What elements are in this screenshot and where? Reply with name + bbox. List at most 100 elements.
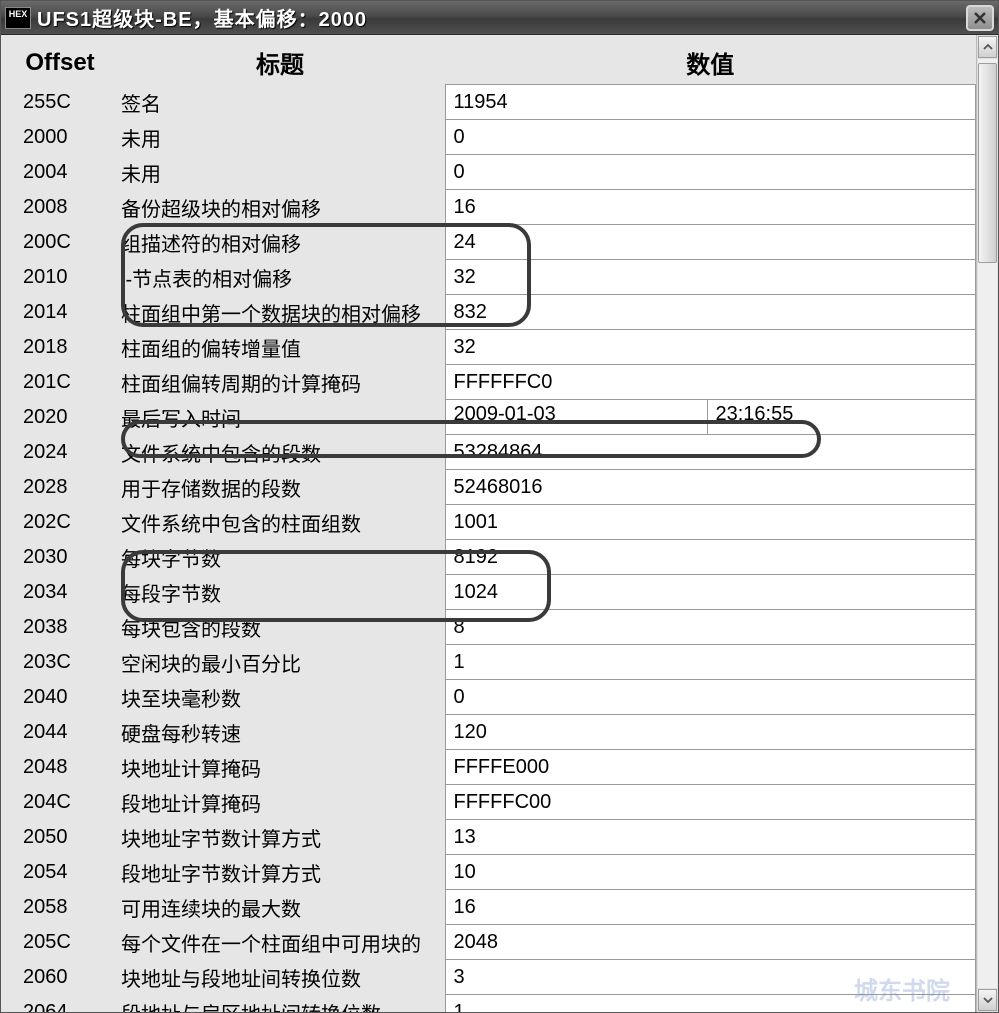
- window-frame: HEX UFS1超级块-BE，基本偏移：2000 Offset 标题 数值 25…: [0, 0, 999, 1013]
- value-cell[interactable]: 120: [445, 715, 976, 750]
- offset-cell: 2008: [5, 190, 115, 225]
- offset-cell: 2038: [5, 610, 115, 645]
- table-row[interactable]: 2004未用0: [5, 155, 976, 190]
- value-cell[interactable]: 0: [445, 155, 976, 190]
- chevron-down-icon: [983, 995, 993, 1005]
- title-cell: 硬盘每秒转速: [115, 715, 445, 750]
- title-cell: 块地址字节数计算方式: [115, 820, 445, 855]
- value-cell[interactable]: 52468016: [445, 470, 976, 505]
- title-cell: 最后写入时间: [115, 400, 445, 435]
- offset-cell: 205C: [5, 925, 115, 960]
- table-row[interactable]: 2064段地址与扇区地址间转换位数1: [5, 995, 976, 1013]
- offset-cell: 201C: [5, 365, 115, 400]
- offset-cell: 200C: [5, 225, 115, 260]
- titlebar[interactable]: HEX UFS1超级块-BE，基本偏移：2000: [1, 1, 998, 35]
- table-row[interactable]: 204C段地址计算掩码FFFFFC00: [5, 785, 976, 820]
- table-row[interactable]: 2058可用连续块的最大数16: [5, 890, 976, 925]
- value-cell[interactable]: 32: [445, 330, 976, 365]
- value-cell[interactable]: 2009-01-0323:16:55: [445, 400, 976, 435]
- table-row[interactable]: 201C柱面组偏转周期的计算掩码FFFFFFC0: [5, 365, 976, 400]
- scroll-track[interactable]: [978, 59, 997, 988]
- scroll-down-button[interactable]: [978, 989, 997, 1011]
- close-icon: [972, 10, 988, 26]
- title-cell: 文件系统中包含的段数: [115, 435, 445, 470]
- table-row[interactable]: 2044硬盘每秒转速120: [5, 715, 976, 750]
- close-button[interactable]: [966, 5, 994, 31]
- app-icon: HEX: [5, 7, 31, 29]
- value-cell[interactable]: 832: [445, 295, 976, 330]
- title-cell: 未用: [115, 120, 445, 155]
- value-cell[interactable]: FFFFFC00: [445, 785, 976, 820]
- value-date[interactable]: 2009-01-03: [446, 400, 708, 434]
- title-cell: 备份超级块的相对偏移: [115, 190, 445, 225]
- table-row[interactable]: 202C文件系统中包含的柱面组数1001: [5, 505, 976, 540]
- table-row[interactable]: 2030每块字节数8192: [5, 540, 976, 575]
- table-row[interactable]: 2034每段字节数1024: [5, 575, 976, 610]
- table-row[interactable]: 2050块地址字节数计算方式13: [5, 820, 976, 855]
- title-cell: 未用: [115, 155, 445, 190]
- table-row[interactable]: 2010i-节点表的相对偏移32: [5, 260, 976, 295]
- table-row[interactable]: 2054段地址字节数计算方式10: [5, 855, 976, 890]
- offset-cell: 2030: [5, 540, 115, 575]
- value-cell[interactable]: 10: [445, 855, 976, 890]
- value-cell[interactable]: 8192: [445, 540, 976, 575]
- title-cell: 可用连续块的最大数: [115, 890, 445, 925]
- offset-cell: 2028: [5, 470, 115, 505]
- value-cell[interactable]: 53284864: [445, 435, 976, 470]
- title-cell: 每块包含的段数: [115, 610, 445, 645]
- value-cell[interactable]: 24: [445, 225, 976, 260]
- table-row[interactable]: 203C空闲块的最小百分比1: [5, 645, 976, 680]
- value-cell[interactable]: 0: [445, 680, 976, 715]
- offset-cell: 2050: [5, 820, 115, 855]
- value-cell[interactable]: 13: [445, 820, 976, 855]
- value-cell[interactable]: 11954: [445, 85, 976, 120]
- offset-cell: 2014: [5, 295, 115, 330]
- table-row[interactable]: 2020最后写入时间2009-01-0323:16:55: [5, 400, 976, 435]
- offset-cell: 2024: [5, 435, 115, 470]
- title-cell: 段地址字节数计算方式: [115, 855, 445, 890]
- table-row[interactable]: 2060块地址与段地址间转换位数3: [5, 960, 976, 995]
- table-row[interactable]: 255C签名11954: [5, 85, 976, 120]
- title-cell: 段地址与扇区地址间转换位数: [115, 995, 445, 1013]
- value-cell[interactable]: 1024: [445, 575, 976, 610]
- table-row[interactable]: 2018柱面组的偏转增量值32: [5, 330, 976, 365]
- table-row[interactable]: 2008备份超级块的相对偏移16: [5, 190, 976, 225]
- table-row[interactable]: 205C每个文件在一个柱面组中可用块的2048: [5, 925, 976, 960]
- scroll-thumb[interactable]: [978, 63, 997, 263]
- value-cell[interactable]: 3: [445, 960, 976, 995]
- table-row[interactable]: 2028用于存储数据的段数52468016: [5, 470, 976, 505]
- table-row[interactable]: 2038每块包含的段数8: [5, 610, 976, 645]
- window-title: UFS1超级块-BE，基本偏移：2000: [37, 3, 966, 32]
- chevron-up-icon: [983, 42, 993, 52]
- value-cell[interactable]: 0: [445, 120, 976, 155]
- value-cell[interactable]: 8: [445, 610, 976, 645]
- offset-cell: 2020: [5, 400, 115, 435]
- title-cell: 块地址与段地址间转换位数: [115, 960, 445, 995]
- value-cell[interactable]: 1: [445, 645, 976, 680]
- header-value: 数值: [445, 39, 976, 85]
- table-row[interactable]: 2024文件系统中包含的段数53284864: [5, 435, 976, 470]
- header-title: 标题: [115, 39, 445, 85]
- value-cell[interactable]: 1001: [445, 505, 976, 540]
- value-time[interactable]: 23:16:55: [708, 400, 976, 434]
- title-cell: 块至块毫秒数: [115, 680, 445, 715]
- vertical-scrollbar[interactable]: [976, 35, 998, 1012]
- value-cell[interactable]: 1: [445, 995, 976, 1013]
- title-cell: 签名: [115, 85, 445, 120]
- value-cell[interactable]: FFFFE000: [445, 750, 976, 785]
- offset-cell: 2058: [5, 890, 115, 925]
- value-cell[interactable]: FFFFFFC0: [445, 365, 976, 400]
- offset-cell: 202C: [5, 505, 115, 540]
- offset-cell: 2034: [5, 575, 115, 610]
- table-row[interactable]: 2040块至块毫秒数0: [5, 680, 976, 715]
- table-row[interactable]: 200C组描述符的相对偏移24: [5, 225, 976, 260]
- value-cell[interactable]: 16: [445, 890, 976, 925]
- value-cell[interactable]: 32: [445, 260, 976, 295]
- table-row[interactable]: 2048块地址计算掩码FFFFE000: [5, 750, 976, 785]
- value-cell[interactable]: 16: [445, 190, 976, 225]
- table-row[interactable]: 2014柱面组中第一个数据块的相对偏移832: [5, 295, 976, 330]
- value-cell[interactable]: 2048: [445, 925, 976, 960]
- table-row[interactable]: 2000未用0: [5, 120, 976, 155]
- offset-cell: 2040: [5, 680, 115, 715]
- scroll-up-button[interactable]: [978, 36, 997, 58]
